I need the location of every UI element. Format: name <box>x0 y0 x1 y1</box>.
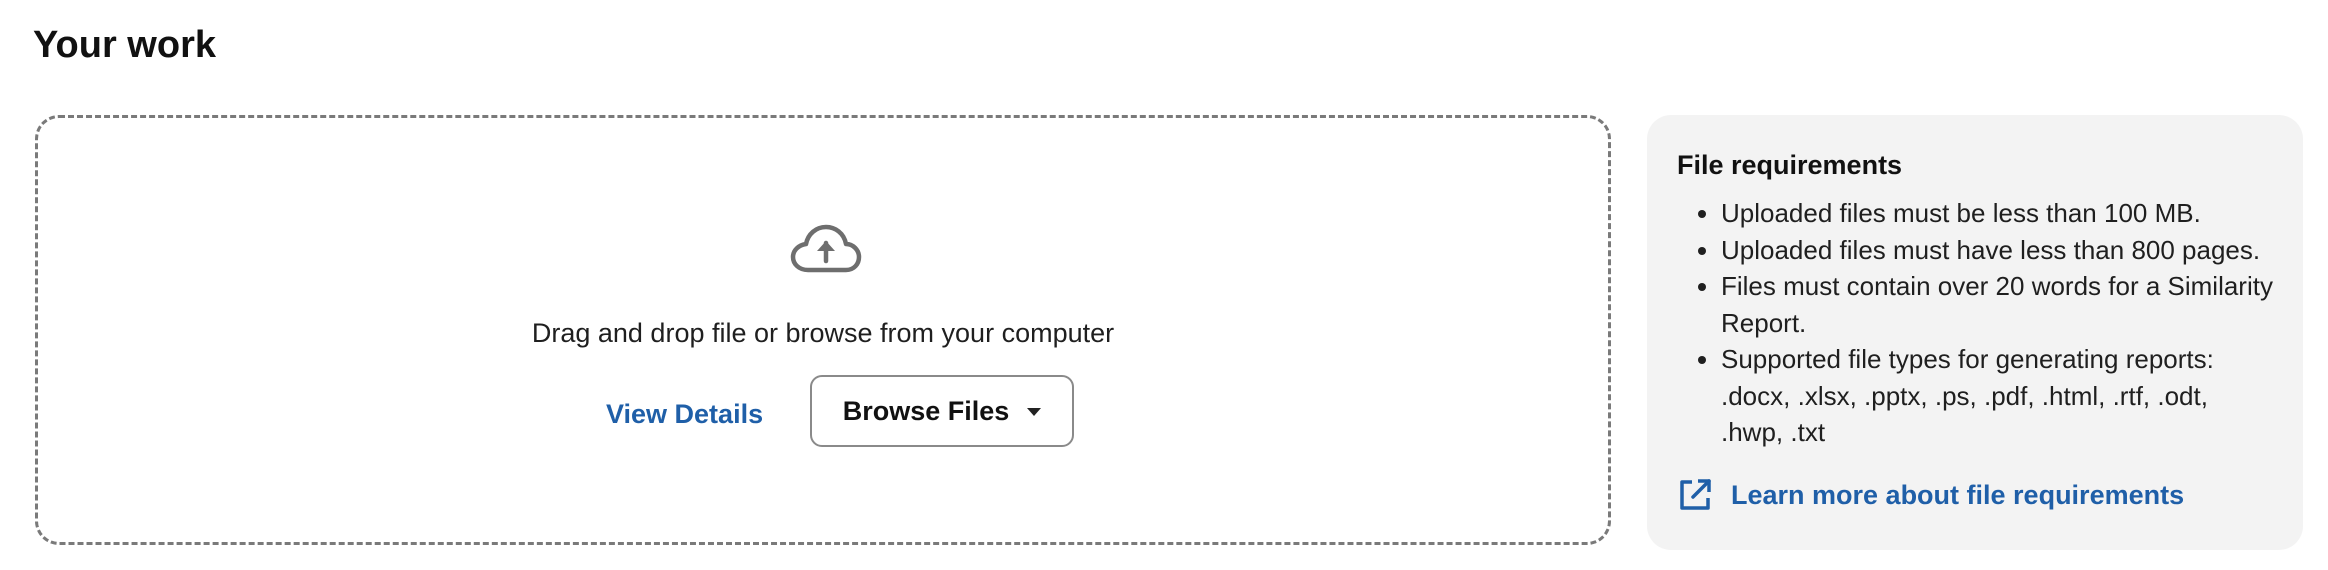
requirement-item: Supported file types for generating repo… <box>1721 341 2277 451</box>
browse-files-label: Browse Files <box>842 395 1010 426</box>
file-dropzone[interactable]: Drag and drop file or browse from your c… <box>35 115 1611 545</box>
file-requirements-list: Uploaded files must be less than 100 MB.… <box>1677 195 2277 451</box>
page-title: Your work <box>33 24 216 66</box>
cloud-upload-icon <box>790 224 862 273</box>
drop-instruction: Drag and drop file or browse from your c… <box>531 318 1115 348</box>
learn-more-link[interactable]: Learn more about file requirements <box>1677 475 2184 515</box>
caret-down-icon <box>1027 408 1042 416</box>
external-link-icon <box>1680 479 1711 510</box>
learn-more-label: Learn more about file requirements <box>1731 480 2185 510</box>
view-details-link[interactable]: View Details <box>606 394 763 434</box>
file-requirements-panel: File requirements Uploaded files must be… <box>1647 115 2303 550</box>
requirement-item: Uploaded files must be less than 100 MB. <box>1721 195 2277 232</box>
requirement-item: Files must contain over 20 words for a S… <box>1721 268 2277 341</box>
browse-files-button[interactable]: Browse Files <box>810 375 1074 447</box>
file-requirements-title: File requirements <box>1677 150 1903 180</box>
requirement-item: Uploaded files must have less than 800 p… <box>1721 232 2277 269</box>
